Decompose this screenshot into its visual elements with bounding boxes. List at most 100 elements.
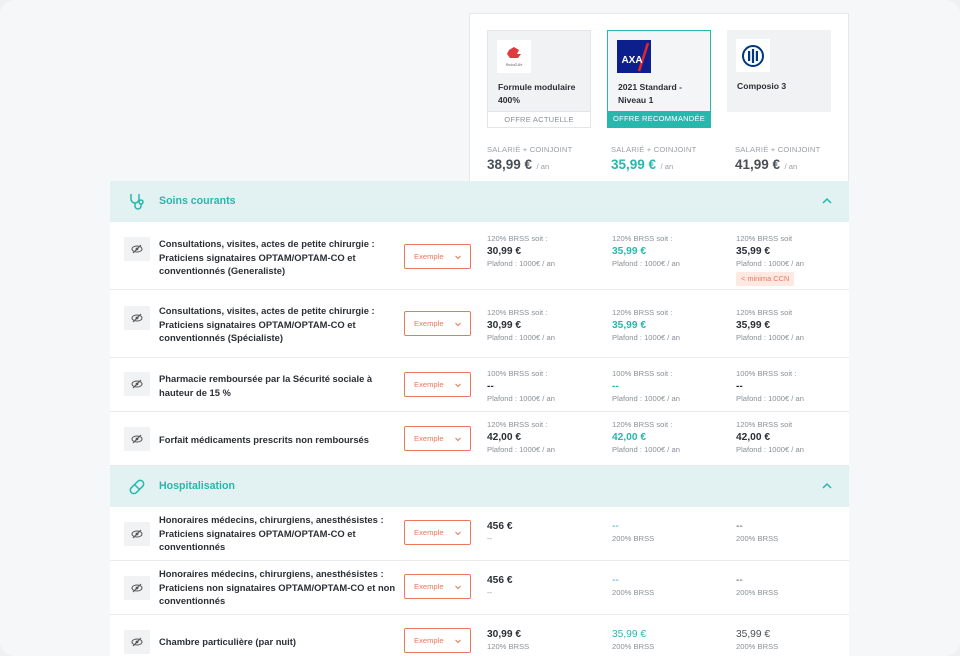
exemple-dropdown[interactable]: Exemple xyxy=(404,628,471,653)
price-label: SALARIÉ + COINJOINT xyxy=(611,145,697,154)
cell-bottom: Plafond : 1000€ / an xyxy=(612,332,680,342)
cell-bottom: Plafond : 1000€ / an xyxy=(487,444,555,454)
cell-value: 35,99 € xyxy=(612,319,646,331)
cell-value: -- xyxy=(736,380,743,392)
price-value: 38,99 € xyxy=(487,157,533,172)
cell-bottom: Plafond : 1000€ / an xyxy=(612,444,680,454)
table-row: Consultations, visites, actes de petite … xyxy=(110,222,849,290)
cell-bottom: -- xyxy=(487,534,493,543)
cell-bottom: Plafond : 1000€ / an xyxy=(736,393,804,403)
swisslife-logo-icon: SwissLife xyxy=(497,40,531,73)
eye-off-icon[interactable] xyxy=(124,522,150,546)
cell-top: 120% BRSS soit : xyxy=(487,308,548,317)
cell-bottom: 200% BRSS xyxy=(612,642,655,651)
cell-bottom: -- xyxy=(487,588,493,597)
exemple-dropdown[interactable]: Exemple xyxy=(404,372,471,397)
price-label: SALARIÉ + COINJOINT xyxy=(487,145,573,154)
cell-value: -- xyxy=(612,575,619,586)
dropdown-label: Exemple xyxy=(414,636,444,645)
price-block: SALARIÉ + COINJOINT 38,99 € / an xyxy=(487,145,572,174)
dropdown-label: Exemple xyxy=(414,252,444,261)
eye-off-icon[interactable] xyxy=(124,237,150,261)
exemple-dropdown[interactable]: Exemple xyxy=(404,311,471,336)
coverage-cell: 120% BRSS soit : 42,00 € Plafond : 1000€… xyxy=(612,419,680,455)
offer-name: Formule modulaire 400% xyxy=(498,82,576,105)
section-header-hospitalisation[interactable]: Hospitalisation xyxy=(110,466,849,507)
coverage-cell: 120% BRSS soit : 35,99 € Plafond : 1000€… xyxy=(612,307,680,343)
section-title: Hospitalisation xyxy=(159,480,235,492)
cell-bottom: Plafond : 1000€ / an xyxy=(736,258,804,268)
eye-off-icon[interactable] xyxy=(124,630,150,654)
svg-text:SwissLife: SwissLife xyxy=(506,62,523,67)
row-label: Chambre particulière (par nuit) xyxy=(159,636,297,647)
offer-card-composio[interactable]: Composio 3 xyxy=(727,30,831,112)
cell-bottom: Plafond : 1000€ / an xyxy=(612,258,680,268)
exemple-dropdown[interactable]: Exemple xyxy=(404,574,471,599)
row-label: Honoraires médecins, chirurgiens, anesth… xyxy=(159,568,396,606)
cell-value: 30,99 € xyxy=(487,629,521,640)
cell-value: 42,00 € xyxy=(736,431,770,443)
cell-bottom: 200% BRSS xyxy=(736,588,779,597)
offer-card-recommended[interactable]: AXA 2021 Standard - Niveau 1 OFFRE RECOM… xyxy=(607,30,711,128)
price-value: 35,99 € xyxy=(611,157,657,172)
allianz-logo-icon xyxy=(736,39,770,72)
chevron-down-icon xyxy=(455,322,461,327)
offer-card-current[interactable]: SwissLife Formule modulaire 400% OFFRE A… xyxy=(487,30,591,128)
cell-value: -- xyxy=(612,521,619,532)
coverage-cell: -- 200% BRSS xyxy=(612,520,654,545)
coverage-cell: 100% BRSS soit : -- Plafond : 1000€ / an xyxy=(736,368,804,404)
eye-off-icon[interactable] xyxy=(124,427,150,451)
cell-bottom: Plafond : 1000€ / an xyxy=(487,393,555,403)
coverage-cell: 120% BRSS soit : 35,99 € Plafond : 1000€… xyxy=(612,233,680,269)
cell-value: 30,99 € xyxy=(487,319,521,331)
eye-off-icon[interactable] xyxy=(124,306,150,330)
chevron-up-icon[interactable] xyxy=(820,479,834,493)
price-unit: / an xyxy=(536,162,550,171)
cell-value: 42,00 € xyxy=(612,431,646,443)
coverage-cell: 120% BRSS soit : 30,99 € Plafond : 1000€… xyxy=(487,233,555,269)
cell-bottom: Plafond : 1000€ / an xyxy=(612,393,680,403)
chevron-down-icon xyxy=(455,255,461,260)
row-label: Forfait médicaments prescrits non rembou… xyxy=(159,434,369,445)
coverage-cell: 120% BRSS soit : 42,00 € Plafond : 1000€… xyxy=(487,419,555,455)
cell-value: -- xyxy=(736,521,743,532)
cell-value: 456 € xyxy=(487,521,513,532)
stethoscope-icon xyxy=(130,194,144,210)
exemple-dropdown[interactable]: Exemple xyxy=(404,520,471,545)
section-header-soins-courants[interactable]: Soins courants xyxy=(110,181,849,222)
chevron-up-icon[interactable] xyxy=(820,194,834,208)
minima-badge: < minima CCN xyxy=(736,272,795,286)
row-label: Pharmacie remboursée par la Sécurité soc… xyxy=(159,373,373,398)
coverage-cell: 120% BRSS soit : 30,99 € Plafond : 1000€… xyxy=(487,307,555,343)
svg-text:AXA: AXA xyxy=(621,55,642,66)
exemple-dropdown[interactable]: Exemple xyxy=(404,244,471,269)
cell-bottom: Plafond : 1000€ / an xyxy=(487,258,555,268)
cell-bottom: 120% BRSS xyxy=(487,642,530,651)
exemple-dropdown[interactable]: Exemple xyxy=(404,426,471,451)
cell-value: -- xyxy=(736,575,743,586)
coverage-cell: -- 200% BRSS xyxy=(736,520,778,545)
coverage-cell: 120% BRSS soit 35,99 € Plafond : 1000€ /… xyxy=(736,307,804,343)
cell-value: 456 € xyxy=(487,575,513,586)
eye-off-icon[interactable] xyxy=(124,576,150,600)
cell-top: 120% BRSS soit : xyxy=(612,308,673,317)
comparison-table: Soins courants Consultations, visites, a… xyxy=(110,181,849,656)
coverage-cell: 100% BRSS soit : -- Plafond : 1000€ / an xyxy=(612,368,680,404)
cell-value: 35,99 € xyxy=(612,245,646,257)
coverage-cell: 456 € -- xyxy=(487,520,513,545)
chevron-down-icon xyxy=(455,585,461,590)
dropdown-label: Exemple xyxy=(414,380,444,389)
cell-bottom: Plafond : 1000€ / an xyxy=(736,444,804,454)
cell-top: 120% BRSS soit : xyxy=(487,234,548,243)
cell-top: 100% BRSS soit : xyxy=(736,369,797,378)
chevron-down-icon xyxy=(455,383,461,388)
offer-tag-current: OFFRE ACTUELLE xyxy=(488,111,590,127)
price-block: SALARIÉ + COINJOINT 41,99 € / an xyxy=(735,145,820,174)
chevron-down-icon xyxy=(455,639,461,644)
table-row: Chambre particulière (par nuit) Exemple … xyxy=(110,615,849,656)
eye-off-icon[interactable] xyxy=(124,372,150,396)
cell-bottom: 200% BRSS xyxy=(612,588,655,597)
row-label: Consultations, visites, actes de petite … xyxy=(159,238,375,276)
cell-bottom: 200% BRSS xyxy=(736,534,779,543)
dropdown-label: Exemple xyxy=(414,528,444,537)
